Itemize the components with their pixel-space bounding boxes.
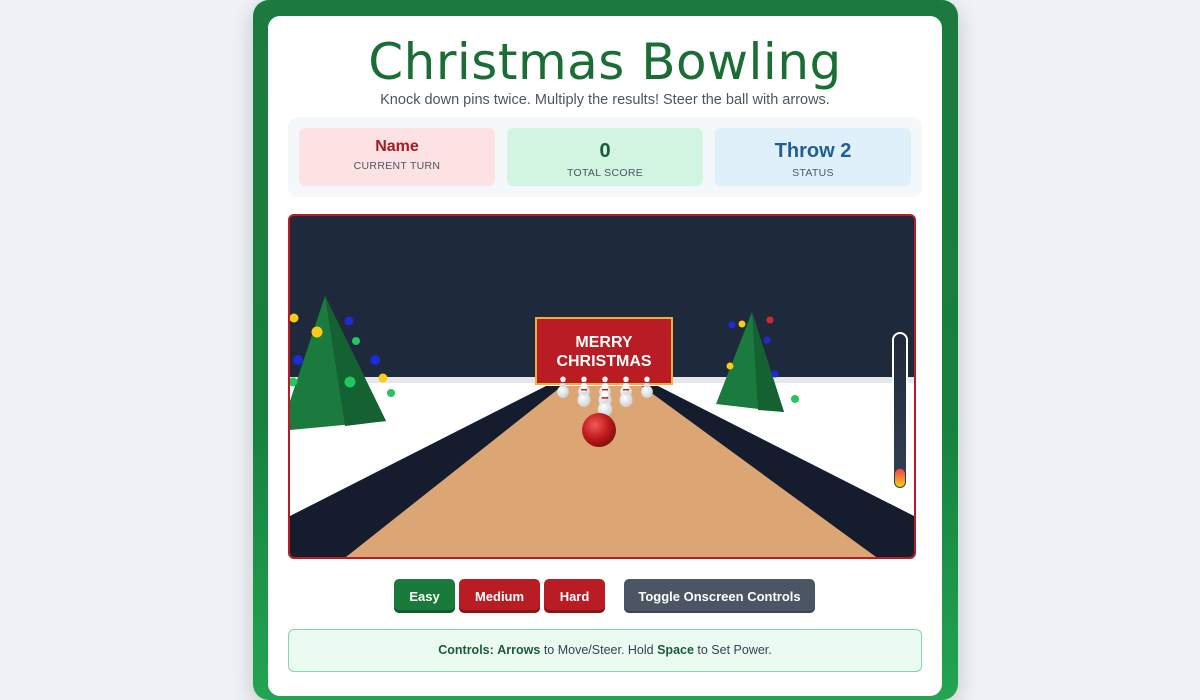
hard-difficulty-button[interactable]: Hard — [544, 579, 605, 613]
page-title: Christmas Bowling — [368, 33, 842, 91]
status-value: Throw 2 — [774, 140, 852, 162]
controls-hint: Controls: Arrows to Move/Steer. Hold Spa… — [288, 629, 922, 672]
current-turn-value: Name — [375, 138, 419, 155]
controls-prefix: Controls: — [438, 643, 494, 657]
controls-key-arrows: Arrows — [497, 643, 541, 657]
banner-text-line2: CHRISTMAS — [556, 353, 651, 370]
merry-christmas-banner: MERRY CHRISTMAS — [535, 317, 673, 385]
scoreboard: Name CURRENT TURN 0 TOTAL SCORE Throw 2 … — [288, 117, 922, 197]
power-meter-fill — [895, 468, 905, 487]
status-label: STATUS — [792, 167, 834, 179]
current-turn-card: Name CURRENT TURN — [299, 128, 495, 186]
current-turn-label: CURRENT TURN — [353, 160, 441, 172]
game-canvas[interactable]: MERRY CHRISTMAS — [288, 214, 916, 559]
toggle-onscreen-controls-button[interactable]: Toggle Onscreen Controls — [624, 579, 815, 613]
total-score-value: 0 — [599, 140, 611, 162]
medium-difficulty-button[interactable]: Medium — [459, 579, 540, 613]
easy-difficulty-button[interactable]: Easy — [394, 579, 455, 613]
power-meter — [892, 332, 908, 490]
bowling-ball — [582, 413, 616, 447]
total-score-card: 0 TOTAL SCORE — [507, 128, 703, 186]
controls-text-1: to Move/Steer. Hold — [540, 643, 658, 657]
total-score-label: TOTAL SCORE — [566, 167, 644, 179]
controls-key-space: Space — [657, 643, 694, 657]
banner-text-line1: MERRY — [575, 334, 633, 351]
page-subtitle: Knock down pins twice. Multiply the resu… — [380, 92, 830, 108]
controls-text-2: to Set Power. — [693, 643, 772, 657]
status-card: Throw 2 STATUS — [715, 128, 911, 186]
